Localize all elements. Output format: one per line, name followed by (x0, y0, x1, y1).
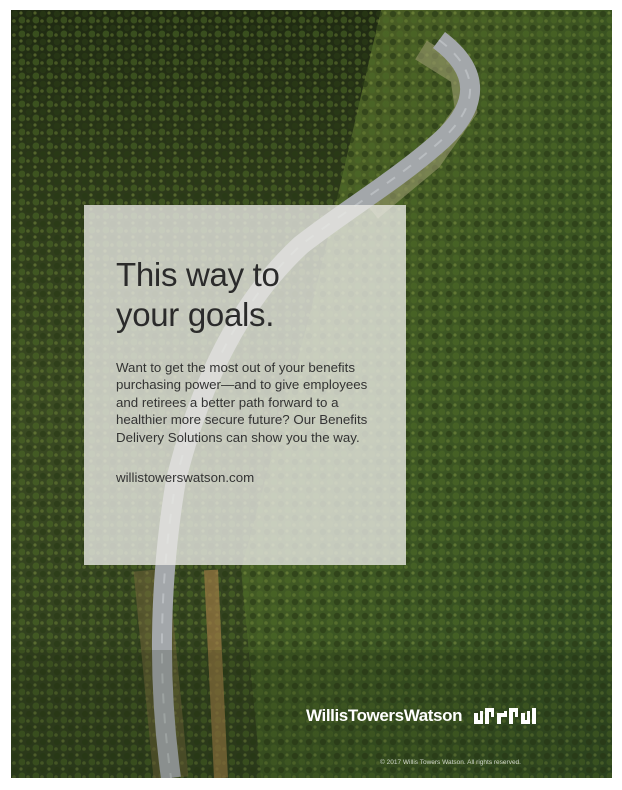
website-link[interactable]: willistowerswatson.com (116, 470, 378, 485)
headline-line-1: This way to (116, 256, 280, 293)
body-copy: Want to get the most out of your benefit… (116, 360, 368, 445)
headline-line-2: your goals. (116, 296, 275, 333)
advertisement-page: This way to your goals. Want to get the … (0, 0, 622, 790)
wtw-logo-icon (474, 708, 537, 724)
copyright-notice: © 2017 Willis Towers Watson. All rights … (380, 759, 521, 766)
brand-name: WillisTowersWatson (306, 706, 463, 725)
text-overlay-panel: This way to your goals. Want to get the … (84, 205, 406, 565)
brand-lockup: WillisTowersWatson (306, 706, 537, 726)
headline: This way to your goals. (116, 255, 378, 335)
